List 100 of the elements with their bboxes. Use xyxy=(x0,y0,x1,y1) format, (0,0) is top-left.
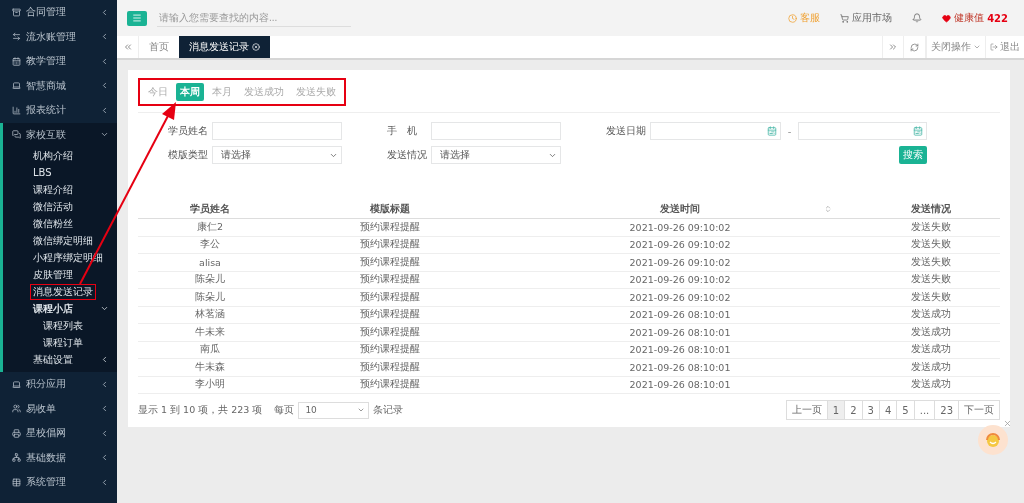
per-page-select[interactable]: 10 xyxy=(298,401,370,419)
sidebar-subitem[interactable]: 消息发送记录 xyxy=(30,283,96,300)
calendar-icon xyxy=(767,126,777,136)
table-cell-text: 2021-09-26 09:10:02 xyxy=(628,239,732,251)
sidebar-subitem[interactable]: 微信粉丝 xyxy=(30,215,76,232)
table-cell-text: 发送成功 xyxy=(910,360,952,374)
table-cell-text: 预约课程提醒 xyxy=(359,343,421,357)
double-chevron-right-icon xyxy=(888,42,898,52)
sidebar-item[interactable]: 流水账管理 xyxy=(0,24,117,49)
page-button[interactable]: 下一页 xyxy=(958,400,1000,420)
sidebar-item[interactable]: 教学管理 xyxy=(0,49,117,74)
sort-icon[interactable] xyxy=(824,205,832,213)
chevron-left-icon xyxy=(100,81,109,91)
sidebar-item[interactable]: 报表统计 xyxy=(0,98,117,123)
bell-icon[interactable] xyxy=(912,13,923,23)
scroll-right-button[interactable] xyxy=(882,36,904,58)
archive-icon xyxy=(12,7,21,17)
sidebar-subitem[interactable]: 微信绑定明细 xyxy=(30,232,96,249)
chat-icon xyxy=(12,130,21,140)
logout-icon xyxy=(990,43,998,51)
table-cell-text: 预约课程提醒 xyxy=(359,220,421,234)
sidebar-subitem[interactable]: 课程订单 xyxy=(40,334,86,351)
table-cell-text: 2021-09-26 08:10:01 xyxy=(628,379,732,391)
field-label: 学员姓名 xyxy=(168,124,209,138)
date-field[interactable] xyxy=(650,122,781,140)
close-icon[interactable] xyxy=(1003,419,1012,428)
date-field[interactable] xyxy=(798,122,927,140)
field-label: 发送日期 xyxy=(605,124,647,138)
table-cell-text: 预约课程提醒 xyxy=(359,378,421,392)
table-cell-text: 2021-09-26 08:10:01 xyxy=(628,326,732,338)
sidebar-subitem[interactable]: 基础设置 xyxy=(30,351,76,368)
table-cell-text: 林茗涵 xyxy=(194,308,226,322)
table-cell-text: 预约课程提醒 xyxy=(359,325,421,339)
printer-icon xyxy=(12,428,21,438)
sidebar-item[interactable]: 智慧商城 xyxy=(0,73,117,98)
table-cell-text: 预约课程提醒 xyxy=(359,290,421,304)
table-cell-text: 发送成功 xyxy=(910,343,952,357)
page-button[interactable]: 23 xyxy=(934,400,959,420)
table-cell-text: 康仁2 xyxy=(195,220,224,234)
table-cell-text: 2021-09-26 08:10:01 xyxy=(628,309,732,321)
table-cell-text: 发送失败 xyxy=(910,273,952,287)
table-cell-text: 牛未森 xyxy=(194,360,226,374)
input-field[interactable] xyxy=(431,122,561,140)
table-cell-text: 2021-09-26 09:10:02 xyxy=(628,221,732,233)
sidebar-item[interactable]: 基础数据 xyxy=(0,445,117,470)
bar-chart-icon xyxy=(12,105,21,115)
sidebar-subitem[interactable]: 课程小店 xyxy=(30,300,76,317)
headset-icon xyxy=(983,430,1003,450)
sidebar-item[interactable]: 星校倡网 xyxy=(0,421,117,446)
select-field[interactable]: 请选择 xyxy=(212,146,342,164)
table-cell-text: 2021-09-26 08:10:01 xyxy=(628,361,732,373)
select-field[interactable]: 请选择 xyxy=(431,146,561,164)
health-label: 健康值 xyxy=(954,11,985,25)
search-field[interactable]: 请输入您需要查找的内容... xyxy=(157,9,351,27)
calendar-icon xyxy=(12,56,21,66)
arrows-icon xyxy=(12,32,21,42)
table-cell-text: 2021-09-26 08:10:01 xyxy=(628,344,732,356)
sidebar-item[interactable]: 家校互联 xyxy=(0,122,117,147)
menu-button[interactable] xyxy=(127,10,147,26)
page-tab[interactable]: 消息发送记录 xyxy=(179,36,270,58)
chevron-left-icon xyxy=(100,477,109,487)
table-cell-text: 发送失败 xyxy=(910,220,952,234)
field-label: 模版类型 xyxy=(168,148,209,162)
table-cell-text: 预约课程提醒 xyxy=(359,238,421,252)
table-cell-text: 南瓜 xyxy=(199,343,221,357)
sidebar-subitem[interactable]: LBS xyxy=(30,166,55,179)
table-icon xyxy=(12,477,21,487)
sidebar-subitem[interactable]: 课程列表 xyxy=(40,317,86,334)
network-icon xyxy=(12,453,21,463)
chevron-left-icon xyxy=(100,453,109,463)
app-market-link[interactable]: 应用市场 xyxy=(840,11,893,25)
sidebar-item[interactable]: 合同管理 xyxy=(0,0,117,25)
sidebar-item[interactable]: 积分应用 xyxy=(0,372,117,397)
page-button[interactable]: 上一页 xyxy=(785,400,828,420)
page-button[interactable]: 5 xyxy=(896,400,915,420)
chevron-left-icon xyxy=(100,32,109,42)
support-widget[interactable] xyxy=(978,425,1008,455)
sidebar-subitem[interactable]: 课程介绍 xyxy=(30,181,76,198)
sidebar-subitem[interactable]: 微信活动 xyxy=(30,198,76,215)
table-cell-text: 预约课程提醒 xyxy=(359,360,421,374)
table-cell-text: 预约课程提醒 xyxy=(359,273,421,287)
sidebar-subitem[interactable]: 皮肤管理 xyxy=(30,266,76,283)
close-icon xyxy=(252,43,260,51)
table-cell-text: 李小明 xyxy=(194,378,226,392)
column-header: 发送时间 xyxy=(660,202,700,216)
page-button[interactable]: ... xyxy=(913,400,936,420)
column-header: 模版标题 xyxy=(370,202,410,216)
input-field[interactable] xyxy=(212,122,342,140)
sidebar-item[interactable]: 系统管理 xyxy=(0,470,117,495)
sidebar-subitem[interactable]: 机构介绍 xyxy=(30,147,76,164)
page-button[interactable]: 2 xyxy=(844,400,863,420)
table-cell-text: 2021-09-26 09:10:02 xyxy=(628,291,732,303)
sidebar-item[interactable]: 易收单 xyxy=(0,396,117,421)
chevron-left-icon xyxy=(100,7,109,17)
clock-icon xyxy=(788,13,798,23)
column-header: 学员姓名 xyxy=(190,202,230,216)
table-cell-text: 预约课程提醒 xyxy=(359,308,421,322)
caret-icon xyxy=(973,43,981,51)
table-cell-text: 发送成功 xyxy=(910,378,952,392)
table-cell-text: 发送失败 xyxy=(910,290,952,304)
